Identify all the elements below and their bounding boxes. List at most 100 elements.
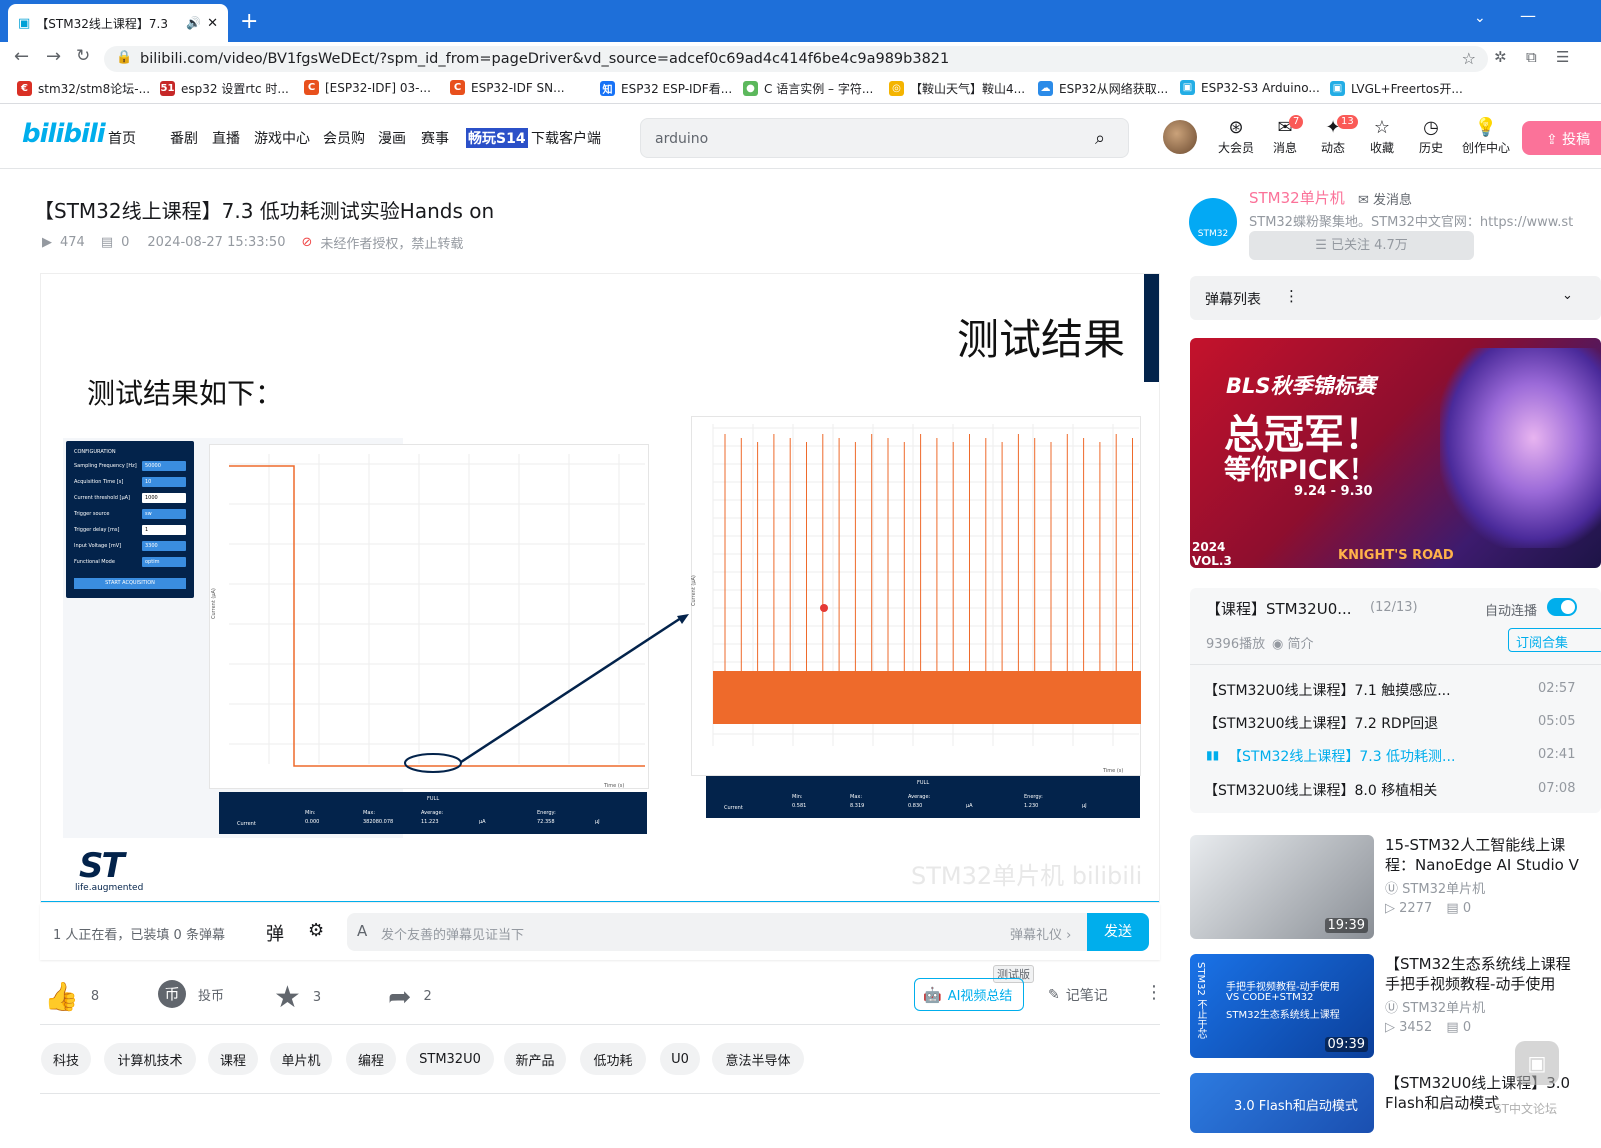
nav-item[interactable]: 下载客户端 [531, 128, 601, 148]
bookmark-star-icon[interactable]: ☆ [1462, 49, 1476, 68]
extensions-icon[interactable]: ✲ [1494, 48, 1507, 66]
header-nav-4[interactable]: ☆ 收藏 [1360, 117, 1404, 156]
forward-icon[interactable]: → [46, 46, 61, 67]
bookmark-item[interactable]: C ESP32-IDF SN... [450, 80, 565, 95]
follow-button[interactable]: ☰ 已关注 4.7万 [1249, 231, 1474, 260]
tag-chip[interactable]: 科技 [41, 1043, 91, 1075]
playlist-item-duration: 05:05 [1538, 714, 1576, 729]
minimize-icon[interactable]: — [1520, 6, 1536, 25]
audio-playing-icon[interactable]: 🔊 [186, 16, 201, 30]
tag-chip[interactable]: STM32U0 [406, 1043, 494, 1075]
play-count-icon: ▶ [42, 235, 52, 250]
send-message-link[interactable]: ✉ 发消息 [1358, 189, 1412, 208]
tag-chip[interactable]: 低功耗 [580, 1043, 646, 1075]
tag-chip[interactable]: U0 [660, 1043, 700, 1075]
tag-chip[interactable]: 课程 [208, 1043, 258, 1075]
recommendation-title[interactable]: 【STM32生态系统线上课程 [1385, 954, 1585, 974]
tag-chip[interactable]: 单片机 [270, 1043, 332, 1075]
tag-chip[interactable]: 计算机技术 [104, 1043, 196, 1075]
video-player[interactable]: 测试结果 测试结果如下： CONFIGURATION Sampling Freq… [40, 273, 1160, 903]
like-button[interactable]: 👍 8 [44, 980, 99, 1013]
nav-item[interactable]: 畅玩S14 [466, 128, 528, 148]
header-nav-1[interactable]: ⊛ 大会员 [1214, 117, 1258, 156]
danmaku-settings-icon[interactable]: ⚙ [308, 920, 324, 941]
bookmark-item[interactable]: 51 esp32 设置rtc 时... [160, 80, 289, 97]
notification-badge: 13 [1337, 115, 1358, 129]
bookmark-item[interactable]: ▣ LVGL+Freertos开... [1330, 80, 1463, 97]
nav-item[interactable]: 游戏中心 [254, 128, 310, 148]
recommendation-thumbnail[interactable]: 09:39 手把手视频教程-动手使用 VS CODE+STM32 STM32生态系统线… [1190, 954, 1374, 1058]
more-options-icon[interactable]: ⋮ [1145, 982, 1163, 1003]
nav-item[interactable]: 漫画 [378, 128, 406, 148]
tag-chip[interactable]: 编程 [346, 1043, 396, 1075]
new-tab-icon[interactable]: + [240, 9, 258, 34]
nav-item[interactable]: 番剧 [170, 128, 198, 148]
subscribe-collection-button[interactable]: 订阅合集 [1508, 628, 1601, 652]
recommendation-title-line2[interactable]: 手把手视频教程-动手使用 [1385, 974, 1585, 994]
address-bar[interactable]: 🔒 bilibili.com/video/BV1fgsWeDEct/?spm_i… [104, 46, 1488, 72]
bookmark-label: ESP32 ESP-IDF看... [621, 82, 733, 96]
bilibili-logo[interactable]: bilibili [22, 119, 106, 149]
danmaku-list-more-icon[interactable]: ⋮ [1284, 287, 1299, 305]
nav-item[interactable]: 赛事 [421, 128, 449, 148]
nav-item[interactable]: 直播 [212, 128, 240, 148]
send-button[interactable]: 发送 [1087, 913, 1149, 951]
favorite-button[interactable]: ★ 3 [274, 980, 321, 1015]
playlist-intro-link[interactable]: ◉ 简介 [1272, 633, 1314, 652]
favorites-icon[interactable]: ☰ [1556, 48, 1569, 66]
split-view-icon[interactable]: ⧉ [1526, 48, 1537, 66]
tab-search-icon[interactable]: ⌄ [1474, 10, 1486, 26]
autoplay-toggle[interactable] [1547, 598, 1577, 616]
playlist-item[interactable]: 【STM32U0线上课程】7.1 触摸感应... [1204, 680, 1474, 700]
danmaku-toggle-icon[interactable]: 弹 [266, 920, 284, 946]
playlist-item[interactable]: 【STM32U0线上课程】7.2 RDP回退 [1204, 713, 1474, 733]
site-info-icon[interactable]: 🔒 [116, 50, 132, 65]
search-icon[interactable]: ⌕ [1095, 128, 1105, 149]
header-nav-5[interactable]: ◷ 历史 [1409, 117, 1453, 156]
danmaku-list-panel[interactable]: 弹幕列表 ⋮ ⌄ [1190, 276, 1601, 320]
danmaku-etiquette-link[interactable]: 弹幕礼仪 › [1010, 924, 1071, 943]
uploader-name[interactable]: STM32单片机 [1249, 187, 1345, 208]
share-button[interactable]: ➦ 2 [388, 980, 432, 1013]
recommendation-uploader[interactable]: Ⓤ STM32单片机 [1385, 878, 1485, 897]
progress-bar[interactable] [41, 901, 1159, 902]
recommendation-title[interactable]: 15-STM32人工智能线上课 [1385, 835, 1585, 855]
coin-button[interactable]: 币 投币 [158, 980, 224, 1008]
recommendation-uploader[interactable]: Ⓤ STM32单片机 [1385, 997, 1485, 1016]
bookmark-item[interactable]: ◎ 【鞍山天气】鞍山4... [889, 80, 1025, 97]
notes-button[interactable]: ✎ 记笔记 [1048, 985, 1108, 1005]
header-nav-3[interactable]: ✦ 动态 13 [1311, 115, 1358, 156]
ai-summary-button[interactable]: 🤖 AI视频总结 [914, 978, 1024, 1011]
browser-tab-active[interactable]: ▣ 【STM32线上课程】7.3 🔊 ✕ [8, 4, 228, 42]
user-avatar[interactable] [1163, 120, 1197, 154]
floating-feedback-icon[interactable]: ▣ [1515, 1041, 1559, 1085]
tag-chip[interactable]: 意法半导体 [712, 1043, 804, 1075]
bookmark-item[interactable]: ● C 语言实例 – 字符... [743, 80, 873, 97]
uploader-avatar[interactable]: STM32 [1189, 198, 1237, 246]
upload-button[interactable]: ⇪ 投稿 [1522, 121, 1601, 155]
reload-icon[interactable]: ↻ [76, 46, 90, 66]
bookmark-item[interactable]: ▣ ESP32-S3 Arduino... [1180, 80, 1320, 95]
tab-close-icon[interactable]: ✕ [207, 16, 218, 31]
bookmark-item[interactable]: ☁ ESP32从网络获取... [1038, 80, 1168, 97]
text-style-icon[interactable]: A [357, 922, 367, 940]
nav-item[interactable]: 会员购 [323, 128, 365, 148]
back-icon[interactable]: ← [14, 46, 29, 67]
playlist-title[interactable]: 【课程】STM32U0... [1206, 598, 1352, 619]
danmaku-list-expand-icon[interactable]: ⌄ [1562, 288, 1573, 303]
nav-item[interactable]: 首页 [108, 128, 136, 148]
danmaku-input[interactable]: A 发个友善的弹幕见证当下 弹幕礼仪 › [347, 913, 1087, 951]
header-nav-2[interactable]: ✉ 消息 7 [1263, 115, 1307, 156]
header-nav-6[interactable]: 💡 创作中心 [1458, 117, 1514, 156]
playlist-item[interactable]: 【STM32线上课程】7.3 低功耗测... [1228, 746, 1498, 766]
recommendation-thumbnail[interactable]: 19:39 [1190, 835, 1374, 939]
ad-banner[interactable]: BLS秋季锦标赛 总冠军！ 等你PICK！ 9.24 - 9.30 2024 V… [1190, 338, 1601, 568]
bookmark-item[interactable]: 知 ESP32 ESP-IDF看... [600, 80, 732, 97]
playlist-item[interactable]: 【STM32U0线上课程】8.0 移植相关 [1204, 780, 1474, 800]
search-input[interactable]: arduino [640, 118, 1129, 158]
bookmark-item[interactable]: C [ESP32-IDF] 03-... [304, 80, 431, 95]
bookmark-item[interactable]: € stm32/stm8论坛-... [17, 80, 150, 97]
recommendation-title-line2[interactable]: 程：NanoEdge AI Studio V [1385, 855, 1585, 875]
recommendation-thumbnail[interactable]: 3.0 Flash和启动模式 [1190, 1073, 1374, 1133]
tag-chip[interactable]: 新产品 [504, 1043, 566, 1075]
